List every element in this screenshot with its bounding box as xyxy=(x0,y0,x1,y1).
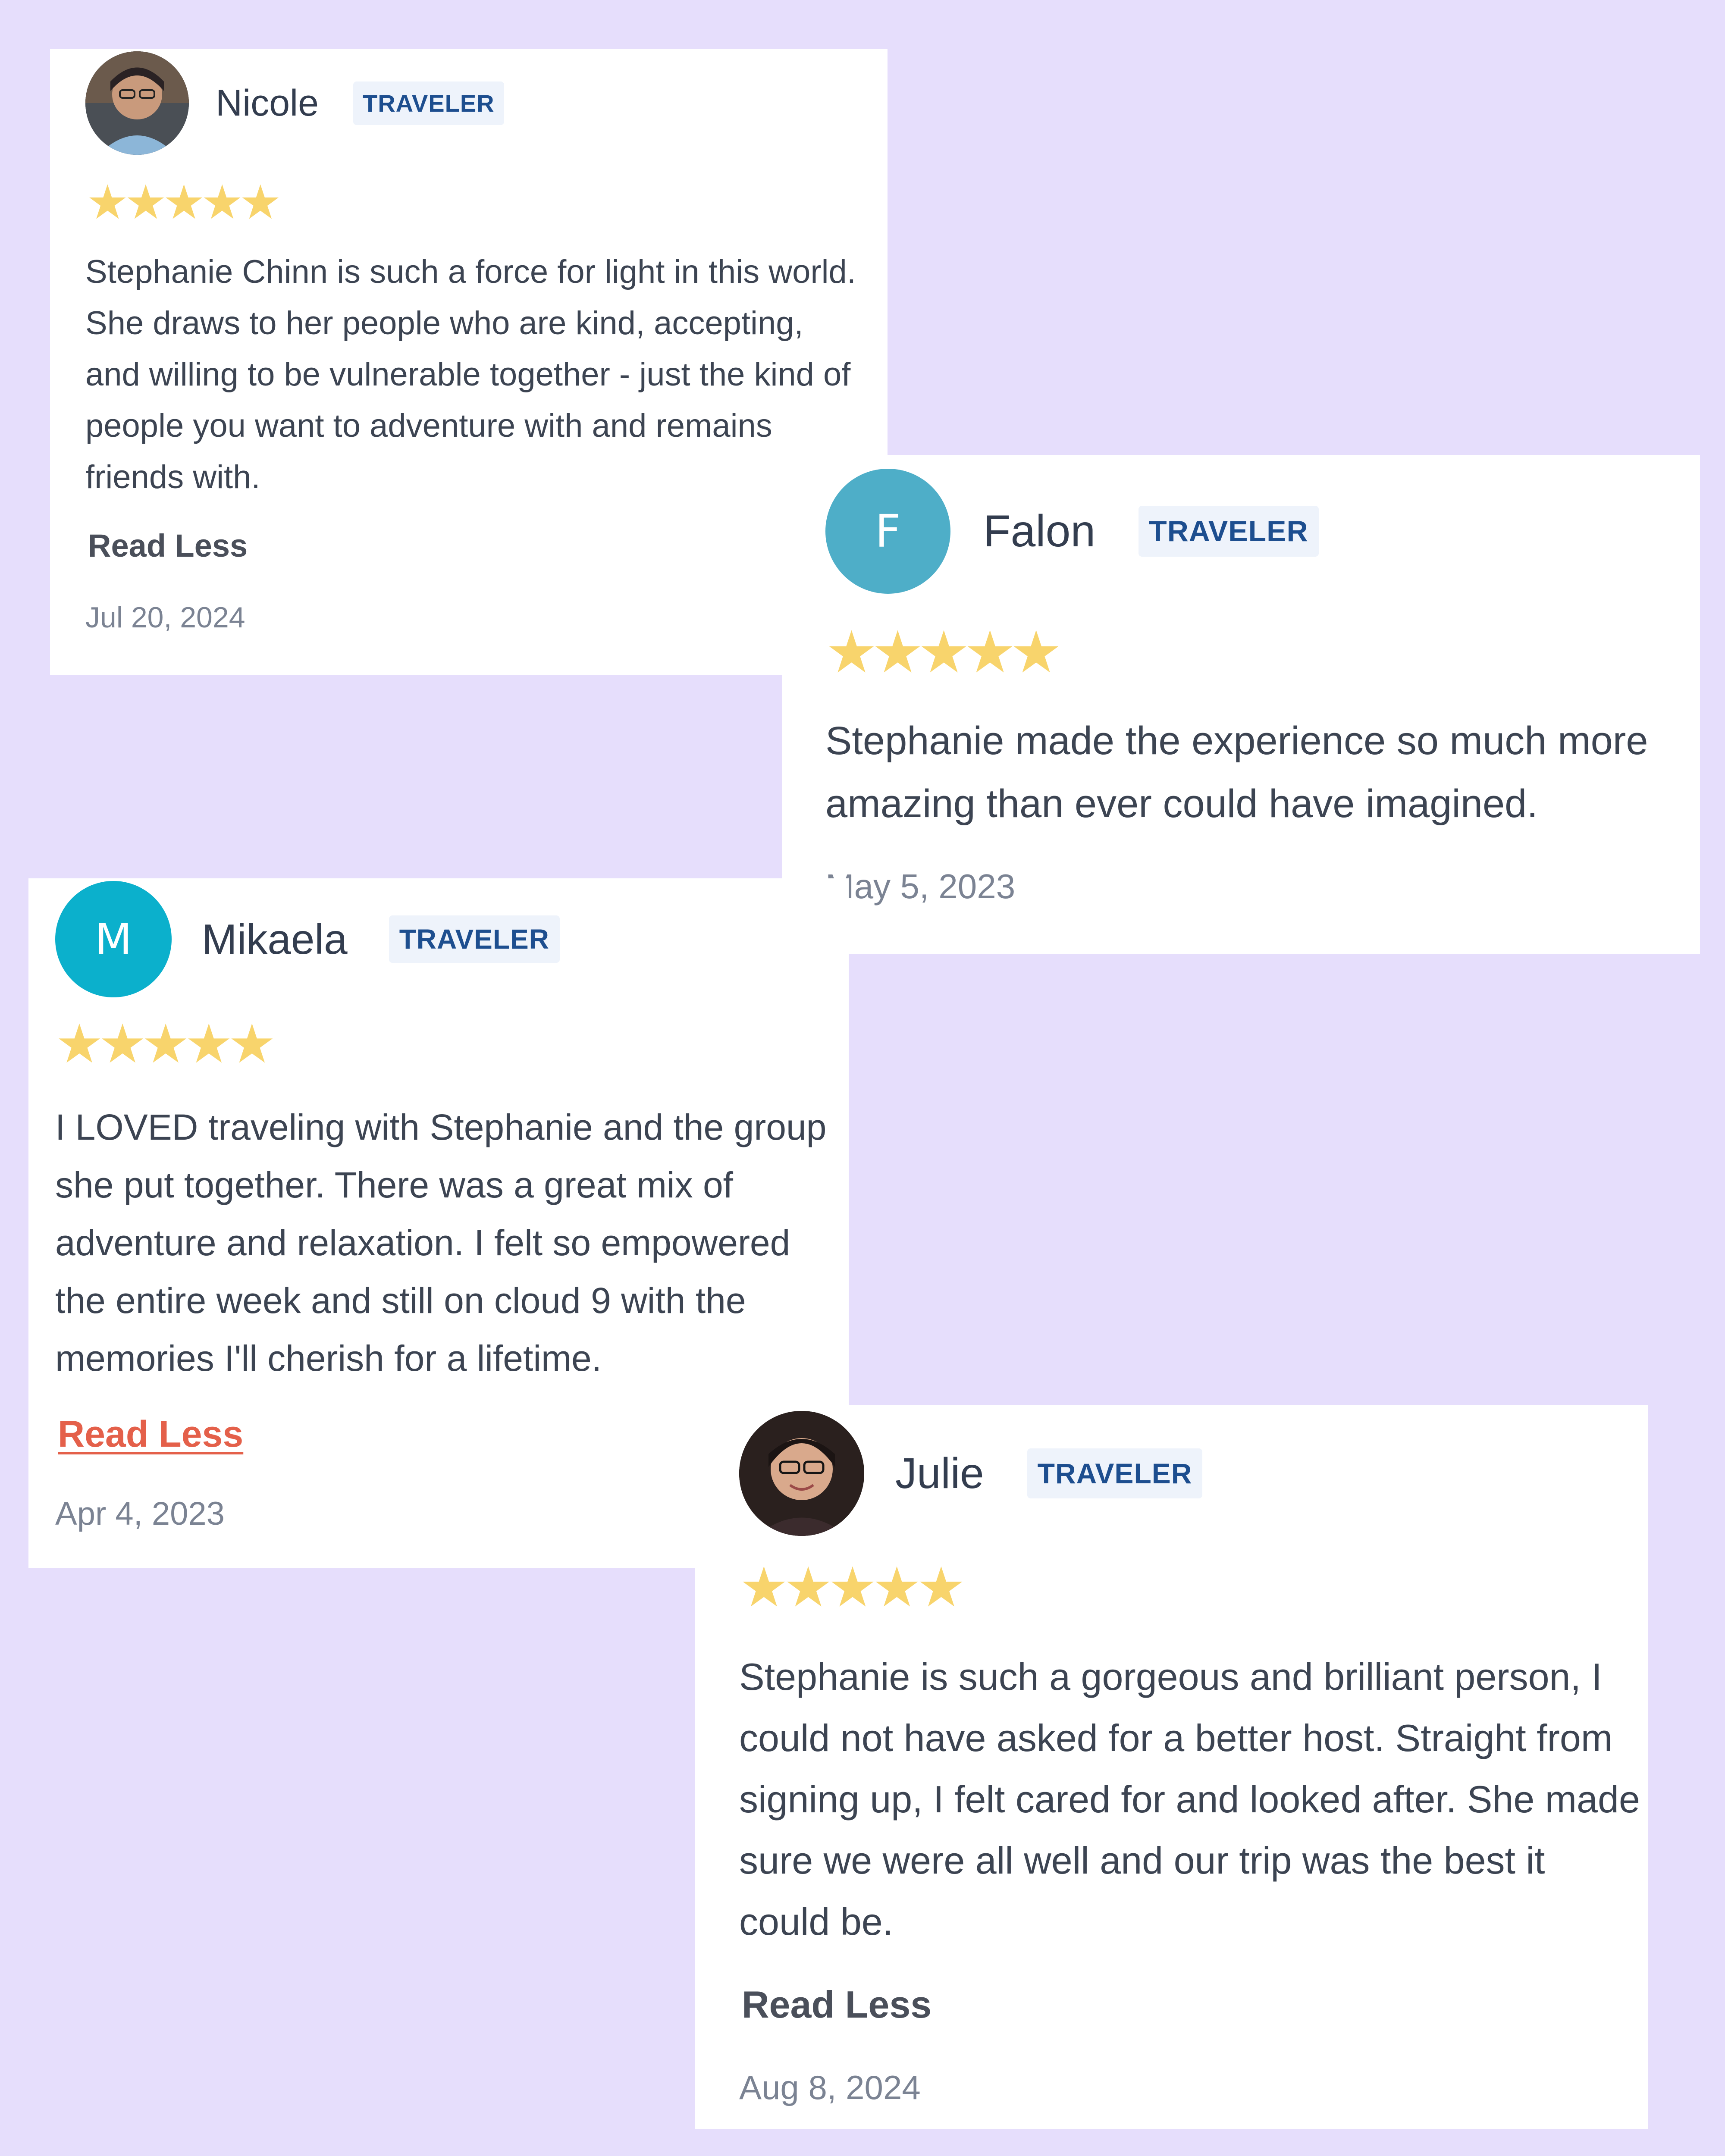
reviewer-name: Julie xyxy=(895,1449,984,1498)
reviewer-header: Julie TRAVELER xyxy=(739,1411,1203,1536)
reviewer-name: Nicole xyxy=(216,82,319,124)
star-icon: ★ xyxy=(228,1014,276,1074)
star-rating: ★ ★ ★ ★ ★ xyxy=(86,179,282,226)
star-icon: ★ xyxy=(825,620,878,685)
star-icon: ★ xyxy=(55,1014,104,1074)
review-text: Stephanie made the experience so much mo… xyxy=(825,719,1648,826)
person-photo-icon xyxy=(85,51,189,155)
avatar-initial: M xyxy=(94,914,132,965)
read-less-button[interactable]: Read Less xyxy=(88,527,248,564)
star-rating: ★ ★ ★ ★ ★ xyxy=(55,1017,276,1071)
person-photo-icon xyxy=(739,1411,864,1536)
read-less-link[interactable]: Read Less xyxy=(58,1413,243,1456)
review-card: Nicole TRAVELER ★ ★ ★ ★ ★ Stephanie Chin… xyxy=(50,49,888,675)
reviewer-header: M Mikaela TRAVELER xyxy=(55,881,560,997)
star-icon: ★ xyxy=(872,1557,922,1618)
reviewer-header: Nicole TRAVELER xyxy=(85,51,504,155)
review-date: Jul 20, 2024 xyxy=(85,601,245,634)
avatar: F xyxy=(825,469,950,594)
star-icon: ★ xyxy=(141,1014,190,1074)
star-icon: ★ xyxy=(201,176,244,229)
avatar: M xyxy=(55,881,172,997)
star-icon: ★ xyxy=(828,1557,878,1618)
review-date: Aug 8, 2024 xyxy=(739,2068,921,2106)
star-rating: ★ ★ ★ ★ ★ xyxy=(739,1560,966,1615)
reviewer-name: Mikaela xyxy=(202,915,348,963)
star-icon: ★ xyxy=(185,1014,233,1074)
star-icon: ★ xyxy=(163,176,205,229)
star-icon: ★ xyxy=(1010,620,1063,685)
review-card: Julie TRAVELER ★ ★ ★ ★ ★ Stephanie is su… xyxy=(695,1405,1648,2129)
star-icon: ★ xyxy=(918,620,970,685)
star-rating: ★ ★ ★ ★ ★ xyxy=(825,623,1062,681)
traveler-badge: TRAVELER xyxy=(1138,506,1319,557)
traveler-badge: TRAVELER xyxy=(1027,1448,1203,1498)
star-icon: ★ xyxy=(86,176,129,229)
review-card: F Falon TRAVELER ★ ★ ★ ★ ★ Stephanie mad… xyxy=(782,455,1700,954)
star-icon: ★ xyxy=(783,1557,833,1618)
traveler-badge: TRAVELER xyxy=(389,915,560,963)
star-icon: ★ xyxy=(872,620,924,685)
review-date: Apr 4, 2023 xyxy=(55,1495,225,1532)
review-text: Stephanie is such a gorgeous and brillia… xyxy=(739,1655,1640,1943)
avatar xyxy=(739,1411,864,1536)
star-icon: ★ xyxy=(124,176,167,229)
review-date: May 5, 2023 xyxy=(825,867,1016,906)
review-text: I LOVED traveling with Stephanie and the… xyxy=(55,1107,827,1379)
star-icon: ★ xyxy=(739,1557,789,1618)
reviewer-header: F Falon TRAVELER xyxy=(825,469,1319,594)
review-text: Stephanie Chinn is such a force for ligh… xyxy=(85,254,856,495)
traveler-badge: TRAVELER xyxy=(353,81,504,125)
star-icon: ★ xyxy=(239,176,282,229)
avatar-initial: F xyxy=(875,505,901,558)
reviewer-name: Falon xyxy=(983,506,1096,556)
star-icon: ★ xyxy=(964,620,1016,685)
avatar xyxy=(85,51,189,155)
read-less-button[interactable]: Read Less xyxy=(742,1983,932,2027)
star-icon: ★ xyxy=(98,1014,147,1074)
star-icon: ★ xyxy=(916,1557,966,1618)
